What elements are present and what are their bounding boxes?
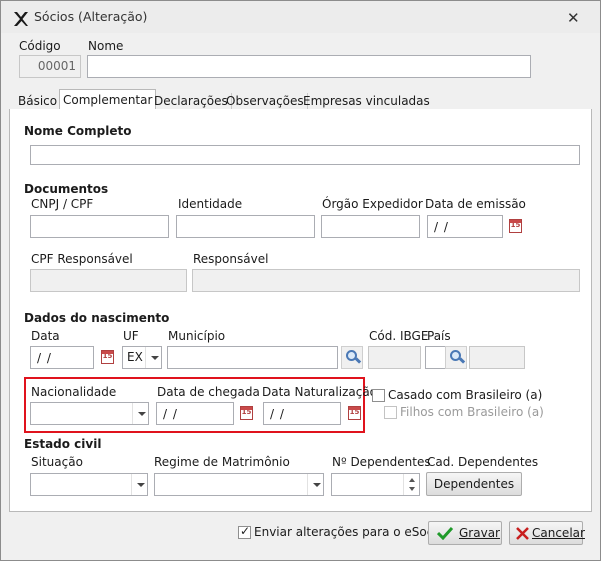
gravar-button[interactable]: Gravar <box>428 521 502 545</box>
casado-brasileiro-checkbox[interactable] <box>372 389 385 402</box>
numero-dependentes-stepper[interactable] <box>331 473 420 496</box>
window-title: Sócios (Alteração) <box>34 9 148 24</box>
codigo-label: Código <box>19 39 61 53</box>
codigo-value: 00001 <box>37 59 76 73</box>
search-municipio-button[interactable] <box>341 346 363 369</box>
dados-nascimento-heading: Dados do nascimento <box>24 311 170 325</box>
calendar-icon[interactable]: 15 <box>240 406 253 420</box>
cancelar-button[interactable]: Cancelar <box>509 521 585 545</box>
regime-matrimonio-select[interactable] <box>154 473 324 496</box>
nome-field[interactable] <box>87 55 531 78</box>
nome-completo-heading: Nome Completo <box>24 124 132 138</box>
responsavel-label: Responsável <box>193 252 269 266</box>
stepper-arrows-icon[interactable] <box>403 474 419 495</box>
calendar-icon[interactable]: 15 <box>348 406 361 420</box>
orgao-expedidor-label: Órgão Expedidor <box>322 197 423 211</box>
cod-ibge-field <box>368 346 421 369</box>
data-chegada-label: Data de chegada <box>157 385 260 399</box>
cod-ibge-label: Cód. IBGE <box>369 329 429 343</box>
tab-observacoes[interactable]: Observações <box>223 93 308 110</box>
chevron-down-icon[interactable] <box>132 403 148 424</box>
codigo-field: 00001 <box>19 55 81 78</box>
municipio-label: Município <box>168 329 226 343</box>
data-naturalizacao-field[interactable]: / / <box>263 402 341 425</box>
identidade-label: Identidade <box>178 197 243 211</box>
enviar-esocial-label: Enviar alterações para o eSocial <box>254 525 448 539</box>
cpf-responsavel-label: CPF Responsável <box>31 252 133 266</box>
tab-complementar[interactable]: Complementar <box>59 89 157 110</box>
chevron-down-icon[interactable] <box>307 474 323 495</box>
situacao-select[interactable] <box>30 473 148 496</box>
pais-label: País <box>427 329 451 343</box>
orgao-expedidor-field[interactable] <box>321 215 420 238</box>
cpf-responsavel-field <box>30 269 187 292</box>
tab-basico[interactable]: Básico <box>15 93 62 110</box>
uf-select[interactable]: EX <box>122 346 162 369</box>
tab-empresas-vinculadas[interactable]: Empresas vinculadas <box>300 93 433 110</box>
data-naturalizacao-label: Data Naturalização <box>262 385 378 399</box>
tab-declaracoes[interactable]: Declarações <box>151 93 232 110</box>
nacionalidade-label: Nacionalidade <box>31 385 117 399</box>
filhos-brasileiro-checkbox[interactable] <box>384 406 397 419</box>
search-pais-button[interactable] <box>445 346 467 369</box>
pais-code-field[interactable] <box>425 346 446 369</box>
estado-civil-heading: Estado civil <box>24 437 102 451</box>
data-emissao-label: Data de emissão <box>425 197 526 211</box>
window: Sócios (Alteração) ✕ Código 00001 Nome B… <box>0 0 601 561</box>
documentos-heading: Documentos <box>24 182 109 196</box>
dependentes-button[interactable]: Dependentes <box>426 472 522 496</box>
pais-name-field <box>469 346 525 369</box>
enviar-esocial-checkbox[interactable] <box>238 524 251 539</box>
cnpj-cpf-label: CNPJ / CPF <box>31 197 94 211</box>
nome-label: Nome <box>88 39 124 53</box>
municipio-field[interactable] <box>167 346 338 369</box>
cad-dependentes-label: Cad. Dependentes <box>427 455 539 469</box>
casado-brasileiro-label: Casado com Brasileiro (a) <box>388 388 543 402</box>
filhos-brasileiro-label: Filhos com Brasileiro (a) <box>400 405 544 419</box>
app-logo-icon <box>14 12 28 26</box>
title-bar: Sócios (Alteração) ✕ <box>1 1 600 33</box>
regime-matrimonio-label: Regime de Matrimônio <box>154 455 290 469</box>
cnpj-cpf-field[interactable] <box>30 215 169 238</box>
data-chegada-field[interactable]: / / <box>156 402 234 425</box>
identidade-field[interactable] <box>176 215 315 238</box>
check-icon <box>437 526 453 540</box>
data-emissao-field[interactable]: / / <box>427 215 503 238</box>
close-x-icon[interactable]: ✕ <box>567 9 580 27</box>
chevron-down-icon[interactable] <box>145 347 161 368</box>
calendar-icon[interactable]: 15 <box>101 350 114 364</box>
uf-label: UF <box>123 329 139 343</box>
responsavel-field <box>192 269 580 292</box>
data-nascimento-label: Data <box>31 329 60 343</box>
data-nascimento-field[interactable]: / / <box>30 346 94 369</box>
situacao-label: Situação <box>31 455 83 469</box>
numero-dependentes-label: Nº Dependentes <box>332 455 431 469</box>
calendar-icon[interactable]: 15 <box>509 219 522 233</box>
chevron-down-icon[interactable] <box>131 474 147 495</box>
nome-completo-field[interactable] <box>30 145 580 165</box>
cancel-x-icon <box>516 527 529 540</box>
nacionalidade-select[interactable] <box>30 402 149 425</box>
